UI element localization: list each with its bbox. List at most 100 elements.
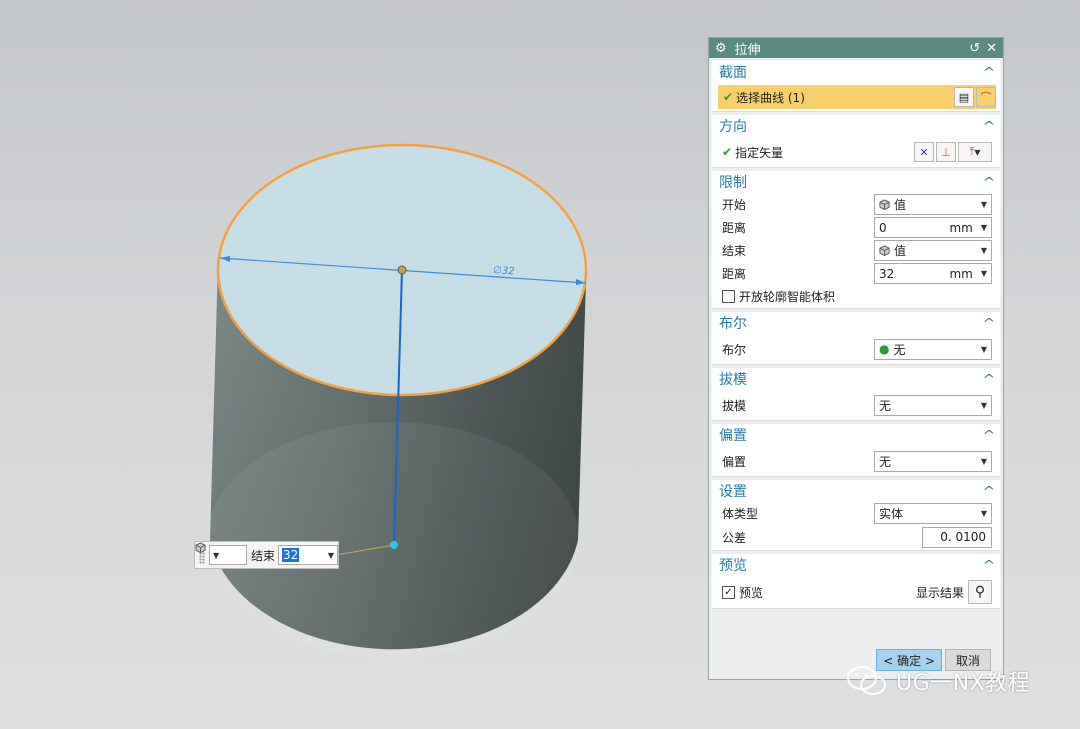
- boolean-panel: 布尔 ^ 布尔 ● 无 ▼: [712, 312, 1000, 365]
- offset-label: 偏置: [722, 454, 747, 469]
- draft-row: 拔模 无 ▼: [712, 390, 1000, 420]
- draft-dropdown[interactable]: 无 ▼: [874, 394, 992, 416]
- dialog-title: 拉伸: [734, 42, 761, 58]
- dialog-title-bar[interactable]: ⚙ 拉伸 ↺ ✕: [709, 38, 1003, 58]
- end-row: 结束 值 ▼: [712, 239, 1000, 262]
- boolean-title: 布尔: [719, 316, 747, 332]
- preview-header[interactable]: 预览 ^: [712, 554, 1000, 576]
- chevron-up-icon[interactable]: ^: [982, 558, 995, 572]
- select-curve-label: 选择曲线 (1): [736, 90, 805, 105]
- caret-down-icon: ▼: [980, 246, 987, 255]
- curve-icon[interactable]: ⌒: [976, 87, 996, 107]
- vector-dialog-icon[interactable]: ⊥: [936, 142, 956, 162]
- wechat-icon: [847, 666, 886, 695]
- chevron-up-icon[interactable]: ^: [982, 316, 995, 330]
- end-value-text: 32: [282, 548, 300, 562]
- select-curve-row[interactable]: ✔ 选择曲线 (1) ▤ ⌒: [718, 85, 996, 109]
- start-row: 开始 值 ▼: [712, 193, 1000, 216]
- start-distance-label: 距离: [722, 221, 747, 235]
- specify-vector-label: 指定矢量: [735, 145, 784, 160]
- boolean-label: 布尔: [722, 342, 747, 357]
- start-type-dropdown[interactable]: 值 ▼: [874, 194, 992, 215]
- boolean-dropdown[interactable]: ● 无 ▼: [874, 338, 992, 360]
- caret-down-icon: ▼: [980, 269, 987, 278]
- chevron-up-icon[interactable]: ^: [982, 119, 995, 133]
- cube-icon: [195, 542, 206, 553]
- settings-title: 设置: [719, 484, 747, 500]
- chevron-up-icon[interactable]: ^: [982, 175, 995, 189]
- end-distance-row: 距离 32 mm ▼: [712, 262, 1000, 285]
- end-label: 结束: [251, 548, 276, 563]
- offset-row: 偏置 无 ▼: [712, 446, 1000, 476]
- boolean-row: 布尔 ● 无 ▼: [712, 334, 1000, 364]
- direction-panel: 方向 ^ ✔ 指定矢量 ✕ ⊥ ⤒ ▼: [712, 115, 1000, 168]
- chevron-up-icon[interactable]: ^: [982, 484, 995, 498]
- direction-title: 方向: [719, 119, 747, 135]
- start-distance-row: 距离 0 mm ▼: [712, 216, 1000, 239]
- preview-row: ✓ 预览 显示结果 ⚲: [712, 576, 1000, 608]
- reverse-direction-icon[interactable]: ✕: [914, 142, 934, 162]
- watermark: UG一NX教程: [846, 664, 1030, 698]
- close-icon[interactable]: ✕: [986, 41, 997, 56]
- cube-icon: [879, 245, 890, 256]
- start-label: 开始: [722, 198, 747, 212]
- extrude-dialog: ⚙ 拉伸 ↺ ✕ 截面 ^ ✔ 选择曲线 (1) ▤ ⌒ 方向 ^ ✔ 指定矢量…: [708, 37, 1004, 680]
- limits-panel: 限制 ^ 开始 值 ▼ 距离 0 mm ▼ 结束 值 ▼ 距离 32 mm ▼ …: [712, 171, 1000, 309]
- open-profile-label: 开放轮廓智能体积: [739, 290, 836, 304]
- draft-panel: 拔模 ^ 拔模 无 ▼: [712, 368, 1000, 421]
- settings-header[interactable]: 设置 ^: [712, 480, 1000, 502]
- draft-header[interactable]: 拔模 ^: [712, 368, 1000, 390]
- caret-down-icon: ▼: [327, 550, 335, 560]
- section-panel: 截面 ^ ✔ 选择曲线 (1) ▤ ⌒: [712, 61, 1000, 112]
- caret-down-icon: ▼: [980, 509, 987, 518]
- caret-down-icon: ▼: [980, 200, 987, 209]
- draft-label: 拔模: [722, 398, 747, 413]
- boolean-none-icon: ●: [879, 342, 890, 356]
- start-distance-input[interactable]: 0 mm ▼: [874, 217, 992, 238]
- tolerance-label: 公差: [722, 531, 747, 545]
- direction-header[interactable]: 方向 ^: [712, 115, 1000, 137]
- limit-type-dropdown[interactable]: ▼: [195, 542, 247, 565]
- magnifier-icon[interactable]: ⚲: [968, 580, 992, 604]
- draft-title: 拔模: [719, 372, 747, 388]
- chevron-up-icon[interactable]: ^: [982, 428, 995, 442]
- offset-dropdown[interactable]: 无 ▼: [874, 450, 992, 472]
- caret-down-icon: ▼: [980, 400, 987, 410]
- limits-header[interactable]: 限制 ^: [712, 171, 1000, 193]
- tolerance-input[interactable]: 0. 0100: [922, 527, 992, 548]
- offset-header[interactable]: 偏置 ^: [712, 424, 1000, 446]
- end-type-dropdown[interactable]: 值 ▼: [874, 240, 992, 261]
- show-result-label: 显示结果: [915, 585, 964, 600]
- open-profile-row[interactable]: 开放轮廓智能体积: [712, 285, 1000, 308]
- offset-title: 偏置: [719, 428, 747, 444]
- preview-title: 预览: [719, 558, 747, 574]
- section-title: 截面: [719, 65, 747, 81]
- onscreen-input-toolbar[interactable]: ▼ 结束 32 ▼: [194, 541, 339, 569]
- vector-type-icon[interactable]: ⤒ ▼: [958, 142, 992, 162]
- boolean-header[interactable]: 布尔 ^: [712, 312, 1000, 334]
- gear-icon: ⚙: [715, 40, 727, 56]
- sketch-section-icon[interactable]: ▤: [954, 87, 974, 107]
- chevron-up-icon[interactable]: ^: [982, 372, 995, 386]
- check-icon: ✔: [722, 145, 733, 159]
- dimension-label: ∅32: [493, 265, 515, 277]
- end-distance-label: 距离: [722, 267, 747, 281]
- end-label: 结束: [722, 244, 747, 258]
- limits-title: 限制: [719, 175, 747, 191]
- end-distance-input[interactable]: 32 mm ▼: [874, 263, 992, 284]
- specify-vector-row[interactable]: ✔ 指定矢量 ✕ ⊥ ⤒ ▼: [712, 137, 1000, 167]
- section-header[interactable]: 截面 ^: [712, 61, 1000, 83]
- open-profile-checkbox[interactable]: [722, 290, 735, 303]
- body-type-label: 体类型: [722, 507, 759, 521]
- chevron-up-icon[interactable]: ^: [982, 65, 995, 79]
- end-value-input[interactable]: 32 ▼: [278, 545, 339, 565]
- body-type-row: 体类型 实体 ▼: [712, 502, 1000, 525]
- preview-checkbox[interactable]: ✓: [722, 585, 735, 599]
- offset-panel: 偏置 ^ 偏置 无 ▼: [712, 424, 1000, 477]
- body-type-dropdown[interactable]: 实体 ▼: [874, 503, 992, 524]
- caret-down-icon: ▼: [213, 550, 220, 560]
- preview-panel: 预览 ^ ✓ 预览 显示结果 ⚲: [712, 554, 1000, 609]
- tolerance-row: 公差 0. 0100: [712, 525, 1000, 550]
- reset-icon[interactable]: ↺: [969, 41, 980, 56]
- watermark-text: UG一NX教程: [896, 671, 1031, 696]
